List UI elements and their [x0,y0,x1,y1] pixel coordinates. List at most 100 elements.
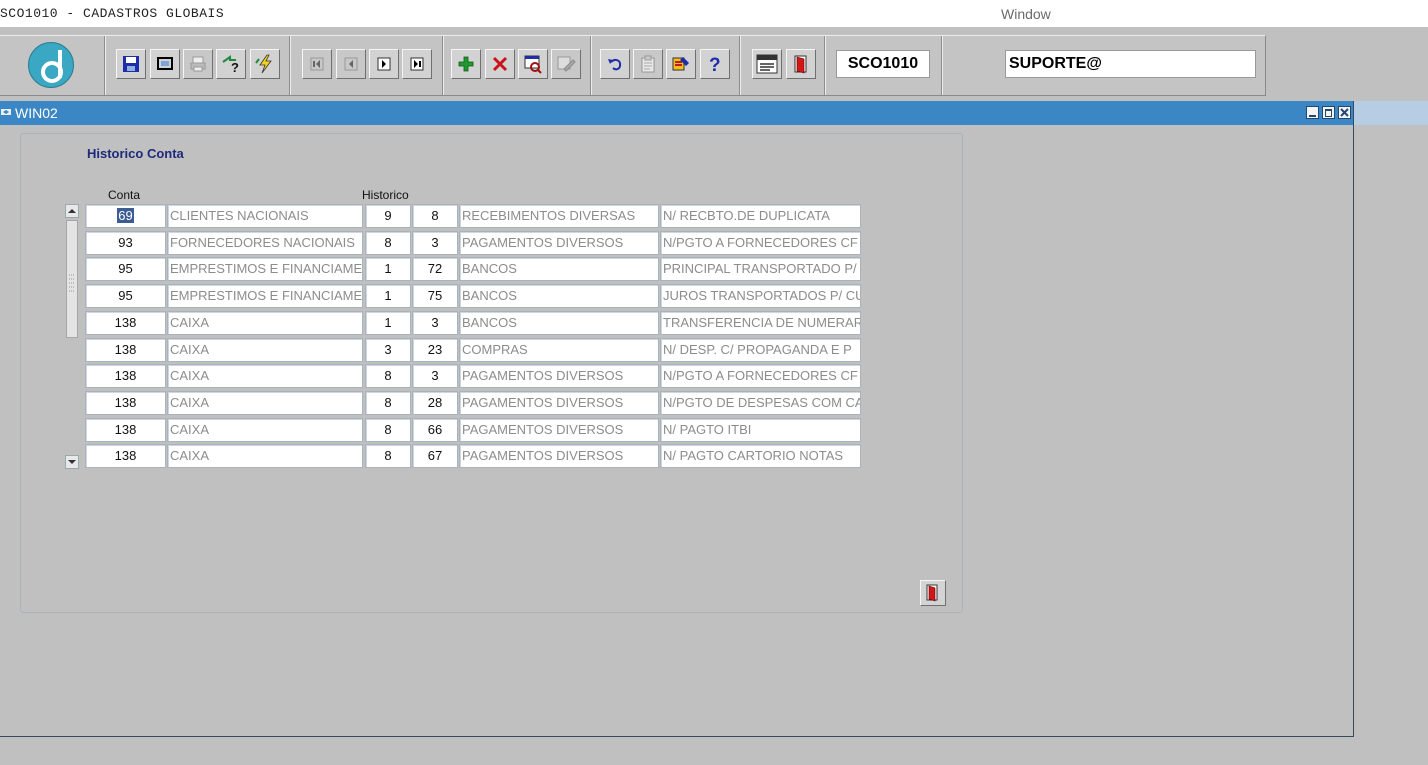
conta-code-field[interactable]: 138 [85,311,166,335]
historico-name-field[interactable]: BANCOS [459,284,659,308]
historico-name-field[interactable]: PAGAMENTOS DIVERSOS [459,418,659,442]
close-icon[interactable] [1338,106,1351,119]
conta-name-field[interactable]: CAIXA [167,444,363,468]
historico-name-field[interactable]: COMPRAS [459,338,659,362]
lookup-button[interactable] [518,49,548,79]
toolbar-separator [104,36,106,95]
conta-name-field[interactable]: CLIENTES NACIONAIS [167,204,363,228]
undo-icon [608,58,622,71]
delete-record-button[interactable] [485,49,515,79]
complemento-field[interactable]: N/PGTO A FORNECEDORES CF [660,231,861,255]
historico-code-field[interactable]: 3 [412,364,458,388]
historico-name-field[interactable]: PAGAMENTOS DIVERSOS [459,391,659,415]
conta-name-field[interactable]: EMPRESTIMOS E FINANCIAME [167,257,363,281]
conta-code-field-value: 138 [114,342,137,357]
conta-code-field[interactable]: 138 [85,418,166,442]
scroll-thumb[interactable] [66,220,78,338]
conta-code-field[interactable]: 138 [85,364,166,388]
print-button[interactable] [183,49,213,79]
conta-name-field[interactable]: CAIXA [167,338,363,362]
conta-code-field-value: 138 [114,448,137,463]
historico-name-field[interactable]: BANCOS [459,311,659,335]
help-button[interactable]: ? [700,49,730,79]
conta-code-field[interactable]: 95 [85,257,166,281]
historico-code-field[interactable]: 67 [412,444,458,468]
window-title: WIN02 [15,105,58,121]
toolbar-separator [941,36,943,95]
tools-button[interactable] [666,49,696,79]
historico-name-field[interactable]: PAGAMENTOS DIVERSOS [459,364,659,388]
window-menu[interactable]: Window [1001,6,1051,22]
insert-record-button[interactable] [451,49,481,79]
historico-code-field[interactable]: 3 [412,311,458,335]
complemento-field[interactable]: N/ PAGTO ITBI [660,418,861,442]
historico-type-field[interactable]: 3 [365,338,411,362]
complemento-field[interactable]: PRINCIPAL TRANSPORTADO P/ [660,257,861,281]
conta-name-field[interactable]: CAIXA [167,418,363,442]
historico-type-field[interactable]: 1 [365,284,411,308]
menu-button[interactable] [752,49,782,79]
clipboard-button[interactable] [633,49,663,79]
conta-code-field[interactable]: 95 [85,284,166,308]
complemento-field[interactable]: N/PGTO A FORNECEDORES CF [660,364,861,388]
historico-name-field[interactable]: RECEBIMENTOS DIVERSAS [459,204,659,228]
historico-name-field[interactable]: PAGAMENTOS DIVERSOS [459,231,659,255]
historico-type-field[interactable]: 8 [365,391,411,415]
historico-type-field[interactable]: 9 [365,204,411,228]
records-scrollbar[interactable] [65,204,79,469]
historico-code-field-value: 28 [427,395,443,410]
historico-type-field[interactable]: 8 [365,444,411,468]
conta-name-field[interactable]: CAIXA [167,311,363,335]
exit-button[interactable] [786,49,816,79]
complemento-field-value: PRINCIPAL TRANSPORTADO P/ [663,261,857,276]
historico-name-field[interactable]: BANCOS [459,257,659,281]
last-record-button[interactable] [402,49,432,79]
edit-button[interactable] [551,49,581,79]
first-record-button[interactable] [302,49,332,79]
conta-name-field-value: CAIXA [170,315,210,330]
conta-code-field[interactable]: 138 [85,391,166,415]
historico-name-field[interactable]: PAGAMENTOS DIVERSOS [459,444,659,468]
conta-code-field[interactable]: 93 [85,231,166,255]
complemento-field[interactable]: N/ RECBTO.DE DUPLICATA [660,204,861,228]
minimize-icon[interactable] [1306,106,1319,119]
historico-type-field[interactable]: 8 [365,364,411,388]
conta-code-field[interactable]: 138 [85,444,166,468]
historico-code-field[interactable]: 23 [412,338,458,362]
historico-type-field[interactable]: 1 [365,257,411,281]
historico-type-field-value: 8 [384,448,392,463]
maximize-icon[interactable] [1322,106,1335,119]
complemento-field[interactable]: N/PGTO DE DESPESAS COM CA [660,391,861,415]
conta-code-field[interactable]: 138 [85,338,166,362]
historico-code-field[interactable]: 66 [412,418,458,442]
save-button[interactable] [116,49,146,79]
pencil-icon [557,56,576,72]
historico-code-field[interactable]: 75 [412,284,458,308]
conta-name-field[interactable]: CAIXA [167,391,363,415]
query-button[interactable]: ? [216,49,246,79]
conta-name-field[interactable]: FORNECEDORES NACIONAIS [167,231,363,255]
scroll-up-button[interactable] [65,204,79,218]
window-titlebar[interactable]: WIN02 [0,101,1353,125]
historico-code-field[interactable]: 3 [412,231,458,255]
complemento-field[interactable]: TRANSFERENCIA DE NUMERAR [660,311,861,335]
complemento-field[interactable]: N/ PAGTO CARTORIO NOTAS [660,444,861,468]
historico-type-field[interactable]: 8 [365,231,411,255]
historico-code-field[interactable]: 8 [412,204,458,228]
conta-name-field[interactable]: CAIXA [167,364,363,388]
complemento-field[interactable]: N/ DESP. C/ PROPAGANDA E P [660,338,861,362]
close-form-button[interactable] [920,580,946,606]
execute-query-button[interactable] [250,49,280,79]
historico-type-field[interactable]: 1 [365,311,411,335]
next-record-button[interactable] [369,49,399,79]
screen-button[interactable] [150,49,180,79]
conta-name-field[interactable]: EMPRESTIMOS E FINANCIAME [167,284,363,308]
conta-code-field[interactable]: 69 [85,204,166,228]
historico-code-field[interactable]: 72 [412,257,458,281]
historico-type-field[interactable]: 8 [365,418,411,442]
previous-record-button[interactable] [336,49,366,79]
historico-code-field[interactable]: 28 [412,391,458,415]
complemento-field[interactable]: JUROS TRANSPORTADOS P/ CU [660,284,861,308]
undo-button[interactable] [600,49,630,79]
scroll-down-button[interactable] [65,455,79,469]
